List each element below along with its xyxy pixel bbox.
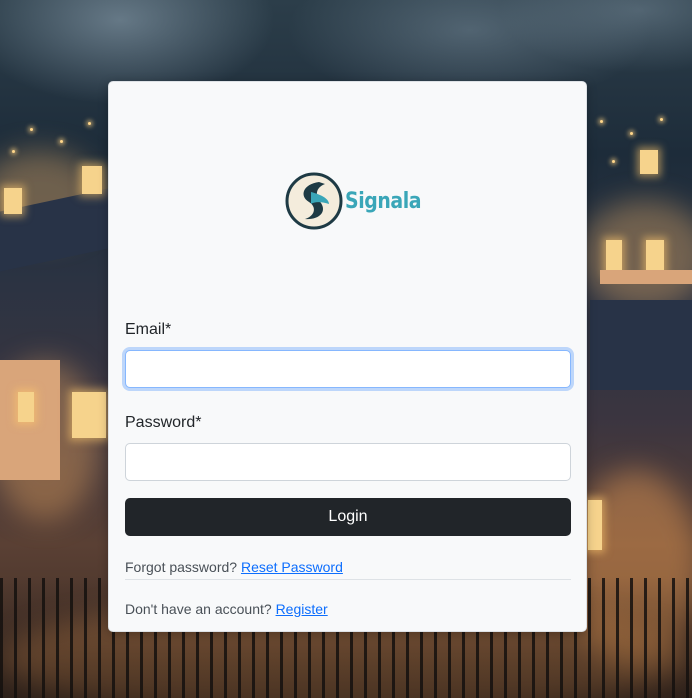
forgot-password-row: Forgot password? Reset Password	[125, 557, 571, 577]
divider	[125, 579, 571, 580]
email-label: Email*	[125, 321, 172, 338]
login-form: Email* Password* Login Forgot password? …	[125, 318, 571, 619]
login-card: Signala Email* Password* Login Forgot pa…	[108, 81, 587, 632]
no-account-text: Don't have an account?	[125, 601, 272, 617]
password-input[interactable]	[125, 443, 571, 481]
reset-password-link[interactable]: Reset Password	[241, 559, 343, 575]
forgot-password-text: Forgot password?	[125, 559, 238, 575]
password-label: Password*	[125, 414, 202, 431]
brand-logo: Signala	[285, 172, 422, 230]
email-input[interactable]	[125, 350, 571, 388]
brand-name: Signala	[345, 188, 422, 214]
signala-logo-icon	[285, 172, 343, 230]
register-link[interactable]: Register	[276, 601, 328, 617]
register-row: Don't have an account? Register	[125, 599, 571, 619]
login-button[interactable]: Login	[125, 498, 571, 536]
